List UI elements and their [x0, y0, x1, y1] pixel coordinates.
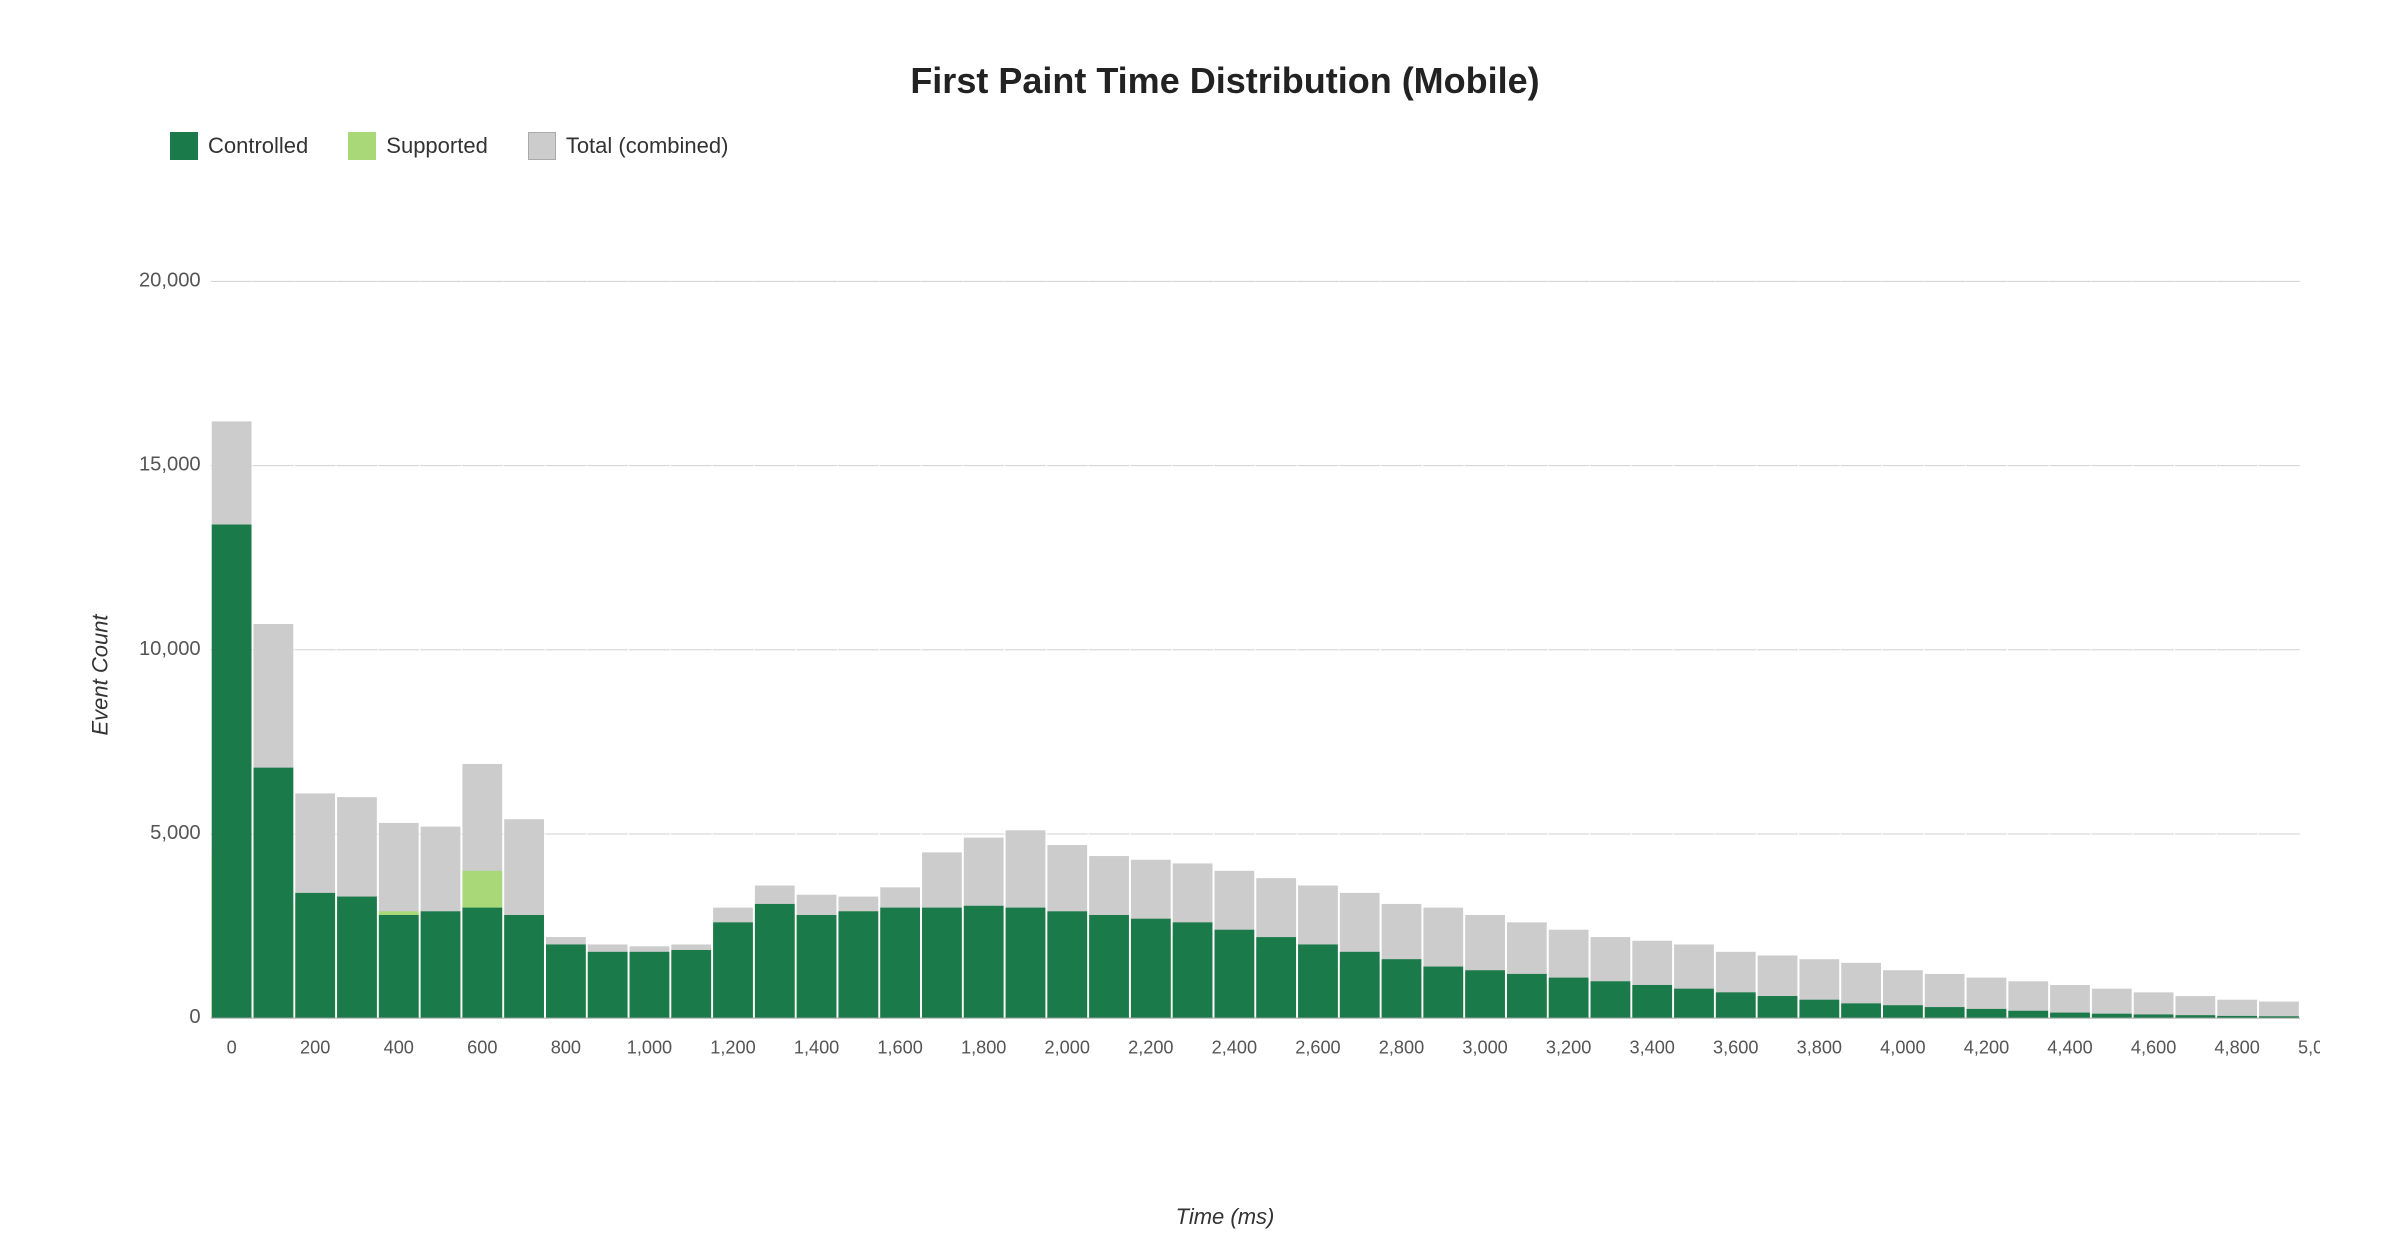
legend-item-controlled: Controlled — [170, 132, 308, 160]
chart-title: First Paint Time Distribution (Mobile) — [130, 60, 2320, 102]
svg-text:3,000: 3,000 — [1462, 1037, 1507, 1057]
svg-text:3,200: 3,200 — [1546, 1037, 1591, 1057]
chart-svg: 0 5,000 10,000 15,000 20,000 0 200 400 600 800 1,0… — [130, 200, 2320, 1150]
svg-text:15,000: 15,000 — [139, 454, 201, 476]
svg-text:3,600: 3,600 — [1713, 1037, 1758, 1057]
svg-text:2,400: 2,400 — [1212, 1037, 1257, 1057]
svg-text:1,800: 1,800 — [961, 1037, 1006, 1057]
svg-text:600: 600 — [467, 1037, 497, 1057]
svg-text:2,200: 2,200 — [1128, 1037, 1173, 1057]
svg-text:1,600: 1,600 — [877, 1037, 922, 1057]
y-axis-label: Event Count — [88, 614, 114, 735]
svg-text:2,600: 2,600 — [1295, 1037, 1340, 1057]
svg-text:10,000: 10,000 — [139, 638, 201, 660]
legend-label-controlled: Controlled — [208, 133, 308, 159]
svg-text:2,800: 2,800 — [1379, 1037, 1424, 1057]
svg-text:4,800: 4,800 — [2214, 1037, 2259, 1057]
total-swatch — [528, 132, 556, 160]
svg-text:1,000: 1,000 — [627, 1037, 672, 1057]
svg-text:5,000: 5,000 — [2298, 1037, 2320, 1057]
legend-item-total: Total (combined) — [528, 132, 729, 160]
svg-text:800: 800 — [551, 1037, 581, 1057]
svg-text:4,200: 4,200 — [1964, 1037, 2009, 1057]
chart-container: First Paint Time Distribution (Mobile) C… — [0, 0, 2400, 1250]
supported-swatch — [348, 132, 376, 160]
svg-text:0: 0 — [189, 1006, 200, 1028]
legend-label-supported: Supported — [386, 133, 488, 159]
svg-text:400: 400 — [384, 1037, 414, 1057]
svg-text:0: 0 — [227, 1037, 237, 1057]
svg-text:1,200: 1,200 — [710, 1037, 755, 1057]
svg-text:4,400: 4,400 — [2047, 1037, 2092, 1057]
svg-text:3,800: 3,800 — [1797, 1037, 1842, 1057]
svg-text:3,400: 3,400 — [1629, 1037, 1674, 1057]
legend: Controlled Supported Total (combined) — [170, 132, 2320, 160]
legend-item-supported: Supported — [348, 132, 488, 160]
svg-text:1,400: 1,400 — [794, 1037, 839, 1057]
svg-text:200: 200 — [300, 1037, 330, 1057]
chart-area: Event Count 05,00010,00015,00020,0000200… — [130, 200, 2320, 1150]
x-axis-label: Time (ms) — [1176, 1204, 1275, 1230]
svg-text:4,000: 4,000 — [1880, 1037, 1925, 1057]
svg-text:20,000: 20,000 — [139, 269, 201, 291]
controlled-swatch — [170, 132, 198, 160]
svg-text:5,000: 5,000 — [150, 822, 200, 844]
legend-label-total: Total (combined) — [566, 133, 729, 159]
svg-text:4,600: 4,600 — [2131, 1037, 2176, 1057]
svg-text:2,000: 2,000 — [1045, 1037, 1090, 1057]
